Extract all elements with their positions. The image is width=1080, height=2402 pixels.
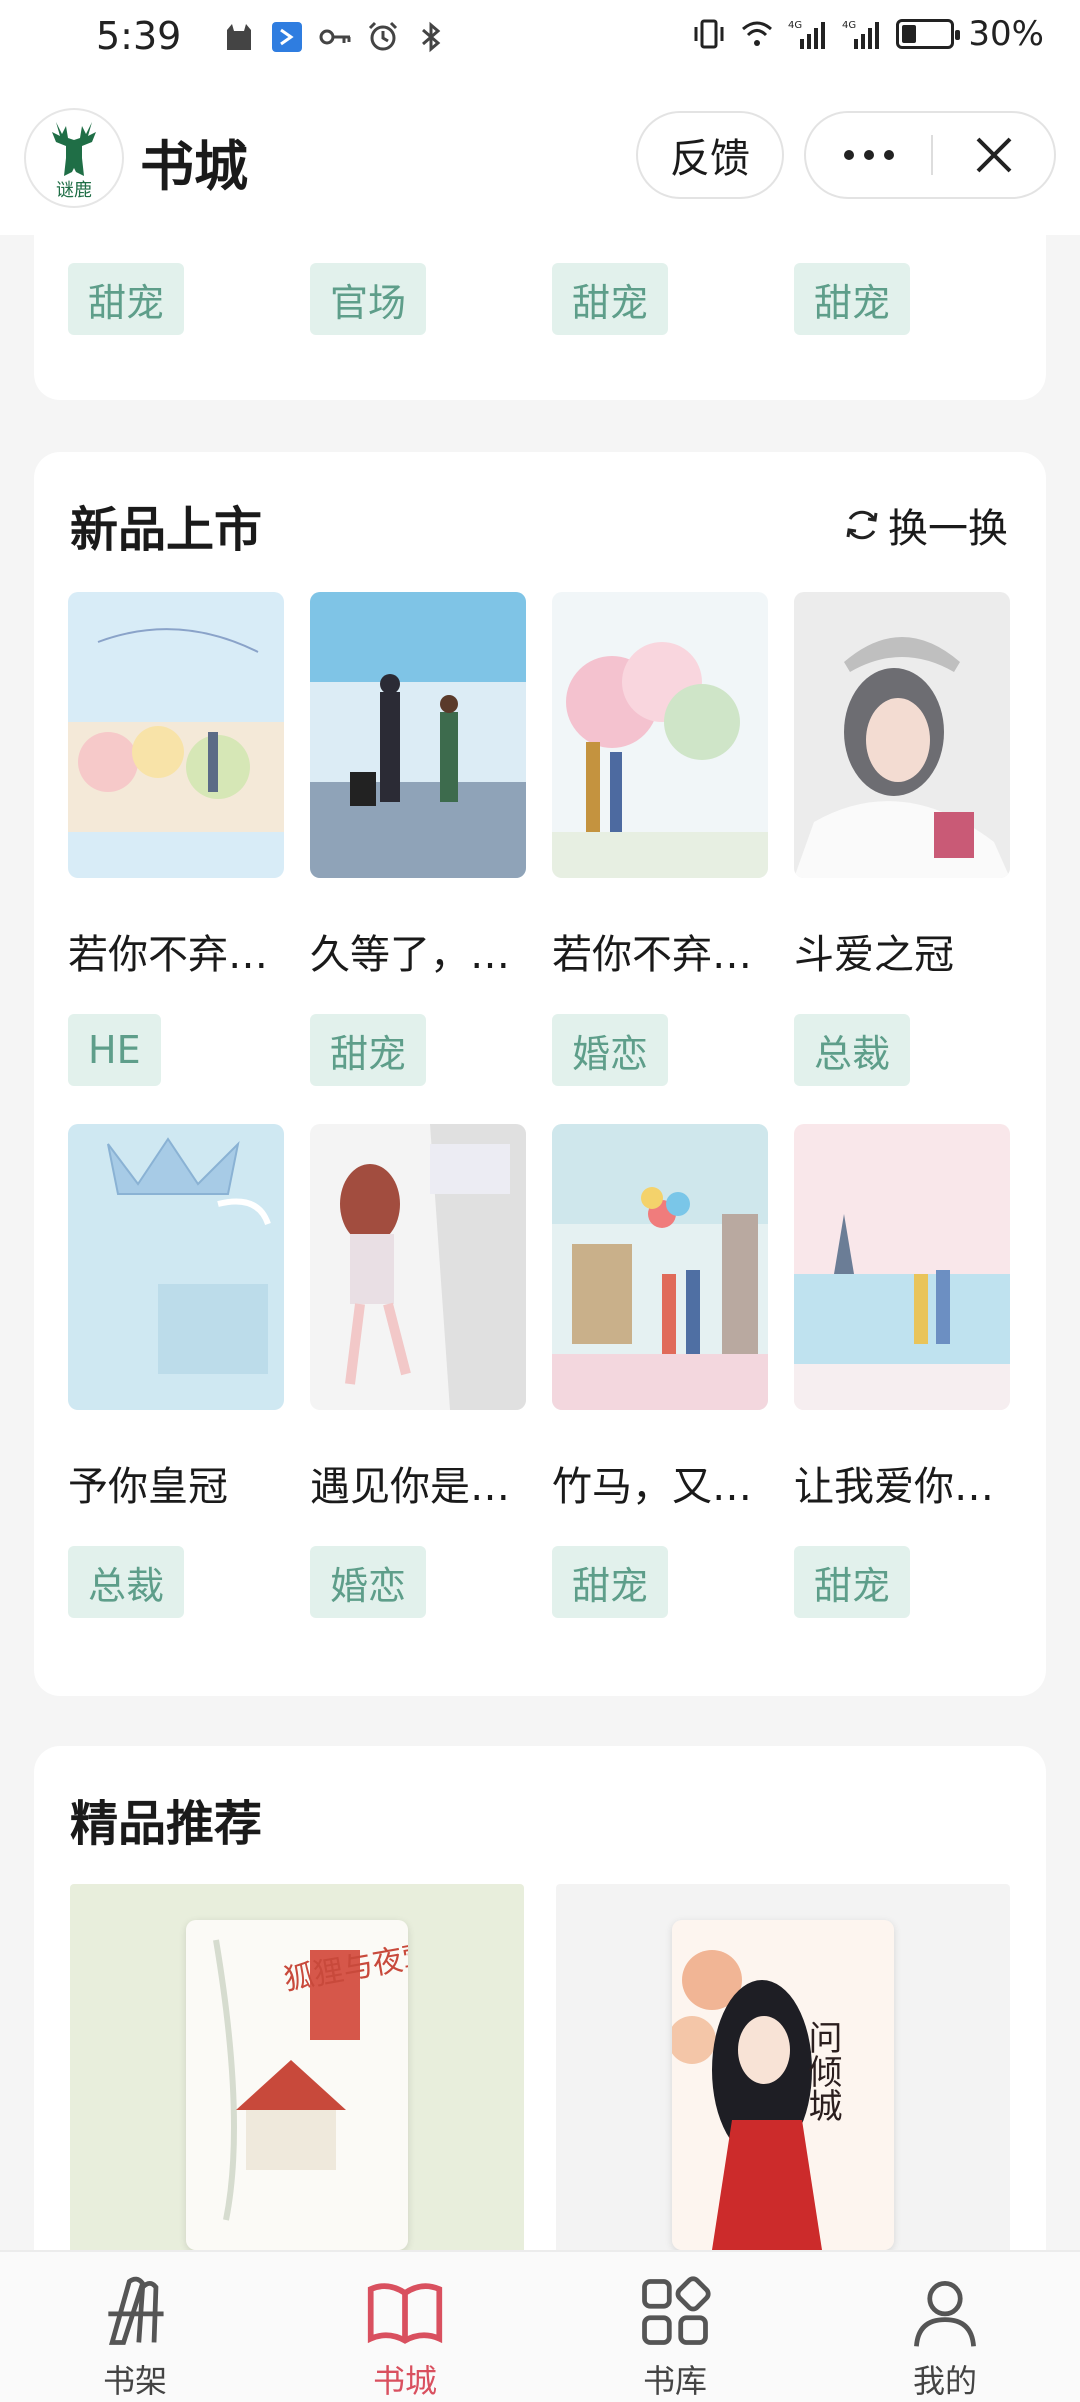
more-button[interactable] [806, 113, 932, 197]
book-cover[interactable] [310, 592, 526, 878]
book-title[interactable]: 遇见你是我的幸运 [310, 1454, 526, 1512]
refresh-button[interactable]: 换一换 [842, 496, 1008, 554]
book-cover[interactable] [68, 1124, 284, 1410]
more-dots-icon [844, 150, 894, 160]
tab-label: 书库 [642, 2362, 707, 2400]
book-cover[interactable] [552, 592, 768, 878]
book-cover[interactable] [68, 592, 284, 878]
logo-text: 谜鹿 [56, 180, 92, 201]
cat-icon [227, 24, 251, 50]
premium-card: 精品推荐 狐狸与夜莺 问倾城 [34, 1746, 1046, 2306]
cover-title-text: 问倾城 [802, 2020, 842, 2122]
book-tag[interactable]: 婚恋 [552, 1014, 669, 1086]
close-button[interactable] [932, 113, 1056, 197]
tab-bookshelf[interactable]: 书架 [0, 2252, 270, 2402]
book-tag[interactable]: 官场 [310, 263, 427, 335]
wifi-icon [742, 21, 773, 46]
battery-icon [896, 19, 961, 49]
book-tag[interactable]: 甜宠 [794, 1546, 911, 1618]
book-tag[interactable]: 总裁 [68, 1546, 185, 1618]
header: 谜鹿 书城 反馈 [0, 80, 1080, 235]
deer-logo-icon: 谜鹿 [52, 122, 96, 201]
tab-profile[interactable]: 我的 [810, 2252, 1080, 2402]
book-title[interactable]: 予你皇冠 [68, 1454, 284, 1512]
bluetooth-icon [422, 21, 441, 53]
tab-label: 书架 [102, 2362, 167, 2400]
book-tag[interactable]: 总裁 [794, 1014, 911, 1086]
close-icon [976, 137, 1012, 173]
book-title[interactable]: 久等了，机长大人 [310, 922, 526, 980]
new-arrivals-card: 新品上市 换一换 若你不弃，执手相依 HE [34, 452, 1046, 1696]
book-title[interactable]: 竹马，又见竹马 [552, 1454, 768, 1512]
book-cover[interactable] [552, 1124, 768, 1410]
book-cover[interactable]: 狐狸与夜莺 [186, 1920, 408, 2250]
section-title-premium: 精品推荐 [70, 1796, 263, 1852]
notification-icons [222, 20, 448, 54]
book-tag[interactable]: 甜宠 [68, 263, 185, 335]
book-tag[interactable]: HE [68, 1014, 161, 1086]
signal-4g-icon: 4G [842, 20, 880, 49]
book-cover[interactable]: 问倾城 [672, 1920, 894, 2250]
book-title[interactable]: 若你不弃，此生不离 [552, 922, 768, 980]
status-bar: 5:39 4G 4G 30% [0, 0, 1080, 80]
tab-label: 我的 [912, 2362, 977, 2400]
miniprogram-capsule [804, 111, 1056, 199]
tab-library[interactable]: 书库 [540, 2252, 810, 2402]
premium-book-item[interactable]: 狐狸与夜莺 [70, 1884, 524, 2306]
bookshelf-icon [108, 2276, 164, 2345]
book-title[interactable]: 让我爱你，不论朝夕 [794, 1454, 1010, 1512]
book-cover[interactable] [310, 1124, 526, 1410]
key-icon [319, 29, 351, 45]
bottom-tab-bar: 书架 书城 书库 我的 [0, 2250, 1080, 2402]
book-tag[interactable]: 甜宠 [310, 1014, 427, 1086]
signal-4g-icon: 4G [788, 20, 826, 49]
tab-bookstore[interactable]: 书城 [270, 2252, 540, 2402]
battery-percent: 30% [968, 14, 1044, 54]
book-tag[interactable]: 甜宠 [552, 1546, 669, 1618]
bluetooth-app-icon [272, 22, 302, 52]
svg-text:4G: 4G [842, 20, 856, 31]
refresh-label: 换一换 [888, 506, 1008, 552]
book-title[interactable]: 若你不弃，执手相依 [68, 922, 284, 980]
book-title[interactable]: 斗爱之冠 [794, 922, 1010, 980]
feedback-button[interactable]: 反馈 [636, 111, 784, 199]
section-title-new: 新品上市 [70, 502, 263, 558]
system-status: 4G 4G 30% [692, 14, 1044, 54]
vibrate-icon [694, 19, 724, 49]
book-tag[interactable]: 婚恋 [310, 1546, 427, 1618]
tab-label: 书城 [372, 2362, 437, 2400]
book-tag[interactable]: 甜宠 [794, 263, 911, 335]
book-tag[interactable]: 甜宠 [552, 263, 669, 335]
book-cover[interactable] [794, 592, 1010, 878]
page-title: 书城 [140, 135, 248, 198]
app-logo: 谜鹿 [24, 108, 124, 208]
book-cover[interactable] [794, 1124, 1010, 1410]
alarm-icon [368, 21, 398, 51]
refresh-icon [846, 510, 878, 540]
top-section-card: 甜宠 官场 甜宠 甜宠 [34, 215, 1046, 400]
user-icon [914, 2281, 976, 2347]
premium-book-item[interactable]: 问倾城 [556, 1884, 1010, 2306]
grid-icon [642, 2276, 711, 2345]
open-book-icon [367, 2283, 443, 2344]
svg-text:4G: 4G [788, 20, 802, 31]
status-time: 5:39 [96, 14, 182, 58]
